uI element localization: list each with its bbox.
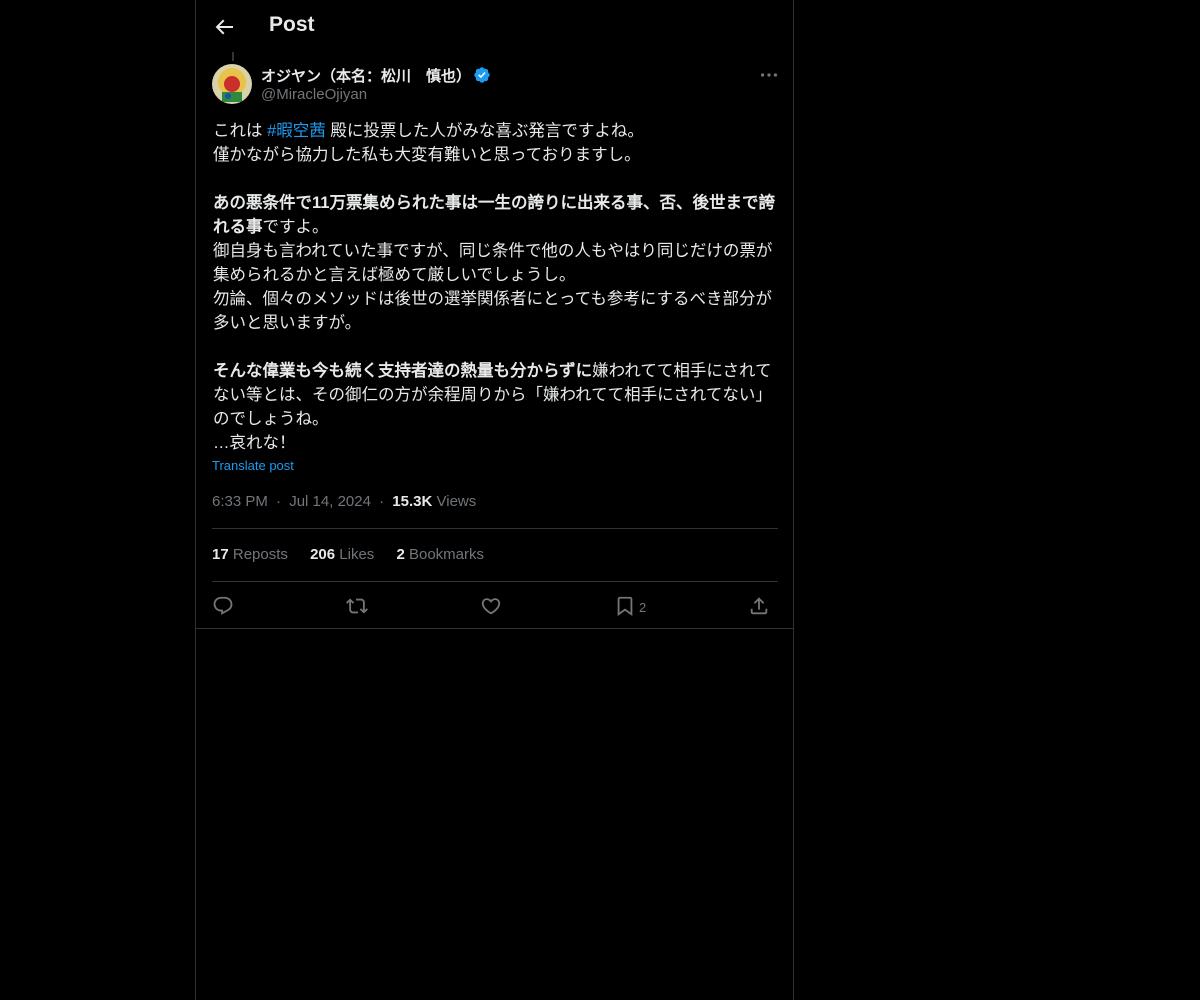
reply-button[interactable]: [212, 592, 234, 620]
share-icon: [750, 597, 768, 615]
post-text-segment: ですよ。: [262, 218, 329, 236]
header: Post: [196, 0, 793, 54]
post-paragraph: 御自身も言われていた事ですが、同じ条件で他の人もやはり同じだけの票が集められるか…: [213, 242, 773, 284]
post-paragraph: 勿論、個々のメソッドは後世の選挙関係者にとっても参考にするべき部分が多いと思いま…: [213, 290, 773, 332]
bookmarks-stat[interactable]: 2 Bookmarks: [396, 546, 484, 563]
post-text: これは #暇空茜 殿に投票した人がみな喜ぶ発言ですよね。 僅かながら協力した私も…: [213, 119, 779, 455]
repost-button[interactable]: [346, 592, 368, 620]
post-column: Post オジヤン（本名：松川 慎也） @MiracleOjiyan これは #…: [195, 0, 794, 1000]
verified-badge-icon: [474, 67, 490, 83]
back-arrow-icon: [215, 19, 233, 35]
likes-count: 206: [310, 546, 336, 563]
bookmark-button[interactable]: 2: [614, 592, 646, 620]
post-paragraph: そんな偉業も今も続く支持者達の熱量も分からずに嫌われてて相手にされてない等とは、…: [213, 359, 779, 431]
page-title: Post: [269, 13, 315, 36]
author-handle[interactable]: @MiracleOjiyan: [261, 86, 367, 103]
post-paragraph: 僅かながら協力した私も大変有難いと思っておりますし。: [213, 146, 641, 164]
author-display-name[interactable]: オジヤン（本名：松川 慎也）: [261, 65, 471, 86]
reposts-count: 17: [212, 546, 229, 563]
share-button[interactable]: [748, 592, 770, 620]
meta-separator: ·: [276, 493, 282, 510]
likes-label: Likes: [339, 546, 375, 563]
views-count: 15.3K: [392, 493, 433, 510]
reply-icon: [213, 596, 233, 615]
post-time[interactable]: 6:33 PM: [212, 493, 268, 510]
like-button[interactable]: [480, 592, 502, 620]
post-date[interactable]: Jul 14, 2024: [289, 493, 371, 510]
reposts-label: Reposts: [232, 546, 288, 563]
meta-separator: ·: [379, 493, 385, 510]
likes-stat[interactable]: 206 Likes: [310, 546, 374, 563]
reposts-stat[interactable]: 17 Reposts: [212, 546, 288, 563]
bookmarks-label: Bookmarks: [408, 546, 485, 563]
translate-post-link[interactable]: Translate post: [212, 458, 294, 473]
post-text-segment: 殿に投票した人がみな喜ぶ発言ですよね。: [325, 122, 644, 140]
post-bold-text: そんな偉業も今も続く支持者達の熱量も分からずに: [213, 362, 593, 380]
action-bar: 2: [212, 592, 778, 620]
divider: [212, 528, 778, 529]
views-label: Views: [436, 493, 477, 510]
like-icon: [481, 598, 501, 615]
back-button[interactable]: [212, 15, 236, 39]
post-paragraph: これは #暇空茜 殿に投票した人がみな喜ぶ発言ですよね。: [213, 119, 779, 143]
divider: [212, 581, 778, 582]
thread-line: [232, 52, 234, 61]
bookmark-icon: [617, 596, 633, 617]
engagement-stats: 17 Reposts 206 Likes 2 Bookmarks: [212, 546, 502, 563]
post-text-segment: これは: [213, 122, 268, 140]
repost-icon: [346, 598, 368, 614]
post-paragraph: …哀れな！: [213, 434, 296, 452]
bookmark-count: 2: [639, 599, 647, 615]
bookmarks-count: 2: [396, 546, 405, 563]
post-meta: 6:33 PM · Jul 14, 2024 · 15.3K Views: [212, 493, 476, 510]
more-icon: [760, 73, 778, 77]
avatar-image: [212, 64, 252, 104]
more-button[interactable]: [758, 64, 780, 86]
divider: [196, 628, 793, 629]
avatar[interactable]: [212, 64, 252, 104]
post-paragraph: あの悪条件で11万票集められた事は一生の誇りに出来る事、否、後世まで誇れる事です…: [213, 191, 779, 239]
hashtag-link[interactable]: #暇空茜: [267, 122, 326, 140]
